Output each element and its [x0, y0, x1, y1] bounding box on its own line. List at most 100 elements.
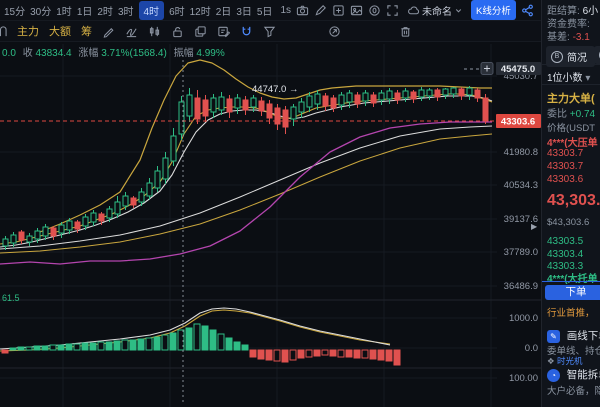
kline-analysis-button[interactable]: K线分析 — [471, 0, 516, 20]
copy-icon[interactable] — [194, 25, 207, 38]
divider — [542, 64, 600, 65]
volume-histogram — [2, 324, 400, 365]
last-price-usd: $43,303.6 — [547, 217, 589, 228]
ratio-row: 委比 +0.74 — [547, 105, 595, 120]
timeframe-1h[interactable]: 1时 — [56, 3, 72, 18]
signature-pen-icon[interactable] — [125, 25, 138, 38]
draw-icon[interactable] — [314, 4, 327, 17]
workspace-selector[interactable]: 未命名 — [407, 3, 463, 18]
lock-icon[interactable] — [171, 25, 184, 38]
share-icon[interactable] — [521, 4, 534, 17]
timeframe-30m[interactable]: 30分 — [30, 3, 51, 18]
tool-main-force[interactable]: 主力 — [17, 23, 39, 39]
ohlc-legend: 0.0 收 43834.4 涨幅 3.71%(1568.4) 振幅 4.99% — [2, 44, 225, 59]
trash-icon[interactable] — [399, 25, 412, 38]
basis-value: -3.1 — [573, 32, 590, 43]
ask-price-row[interactable]: 43303.6 — [547, 174, 583, 185]
trading-terminal: 15分 30分 1时 1日 2时 3时 4时 6时 12时 2日 3日 5日 1… — [0, 0, 600, 407]
ask-price-row[interactable]: 43303.7 — [547, 161, 583, 172]
legend-change-label: 涨幅 — [78, 48, 98, 59]
basis-row: 基差: -3.1 — [547, 28, 590, 43]
workspace-name: 未命名 — [422, 3, 452, 18]
export-icon[interactable] — [328, 25, 341, 38]
timeframe-3d[interactable]: 3日 — [236, 3, 252, 18]
tab-next-clipped[interactable] — [594, 46, 600, 64]
legend-low-value: 0.0 — [2, 48, 16, 59]
timeframe-15m[interactable]: 15分 — [4, 3, 25, 18]
feature-smart-split-desc: 大户必备，隐 — [547, 383, 600, 397]
clipped-icon[interactable] — [0, 25, 7, 38]
feature-link: 时光机 — [557, 356, 583, 366]
legend-amplitude-value: 4.99% — [196, 48, 224, 59]
filter-icon[interactable] — [263, 25, 276, 38]
smart-split-icon: ◔ — [547, 369, 560, 382]
price-column-header: 价格(USDT — [547, 120, 595, 134]
diamond-icon: ❖ — [547, 356, 555, 366]
image-icon[interactable] — [350, 4, 363, 17]
timeframe-3h[interactable]: 3时 — [118, 3, 134, 18]
feature-link-row[interactable]: ❖ 时光机 — [547, 355, 583, 367]
bid-price-row[interactable]: 43303.5 — [547, 236, 583, 247]
tool-large-orders[interactable]: 大额 — [49, 23, 71, 39]
last-price[interactable]: 43,303.6 — [547, 192, 600, 210]
svg-text:100.00: 100.00 — [509, 373, 538, 384]
timeframe-2h[interactable]: 2时 — [97, 3, 113, 18]
decimal-selector[interactable]: 1位小数 ▾ — [547, 69, 590, 84]
svg-text:36486.9: 36486.9 — [504, 281, 538, 292]
timeframe-12h[interactable]: 12时 — [190, 3, 211, 18]
pencil-icon[interactable] — [102, 25, 115, 38]
decimal-selector-label: 1位小数 — [547, 73, 583, 84]
add-pane-icon[interactable] — [332, 4, 345, 17]
legend-close-value: 43834.4 — [35, 48, 71, 59]
ma-overlays — [0, 60, 492, 264]
legend-amplitude-label: 振幅 — [174, 48, 194, 59]
bid-price-row[interactable]: 43303.4 — [547, 249, 583, 260]
fullscreen-icon[interactable] — [386, 4, 399, 17]
bid-whale-alert: 4***(大托单 — [547, 270, 598, 285]
timeframe-5d[interactable]: 5日 — [257, 3, 273, 18]
candlestick-series — [3, 86, 488, 250]
orderbook-title: 主力大单( — [547, 90, 595, 106]
zero-badge-icon[interactable] — [368, 4, 381, 17]
feature-smart-split[interactable]: ◔ 智能拆单 — [547, 367, 600, 382]
ratio-value: +0.74 — [570, 109, 595, 120]
tool-chips[interactable]: 筹 — [81, 23, 92, 39]
timeframe-4h-active[interactable]: 4时 — [139, 1, 165, 20]
order-section-divider — [542, 281, 600, 282]
svg-text:0.0: 0.0 — [525, 343, 538, 354]
place-order-button[interactable]: 下单 — [545, 285, 600, 300]
market-sidebar: 距结算: 6小 资金费率: 基差: -3.1 B 简况 1位小数 ▾ 主力大单(… — [541, 0, 600, 407]
ask-price-row[interactable]: 43303.7 — [547, 148, 583, 159]
ratio-label: 委比 — [547, 109, 567, 120]
b-circle-icon: B — [551, 51, 563, 63]
promo-text: 行业首推， — [547, 305, 595, 319]
feature-draw-order-title: 画线下单 — [567, 330, 600, 342]
timeframe-1d[interactable]: 1日 — [77, 3, 93, 18]
timeframe-1s[interactable]: 1s — [280, 5, 291, 16]
magnet-icon[interactable] — [240, 25, 253, 38]
candle-compare-icon[interactable] — [148, 25, 161, 38]
chevron-down-icon: ▾ — [585, 73, 590, 84]
basis-label: 基差: — [547, 32, 570, 43]
main-chart[interactable]: 44747.0 →61.545030.741980.840534.339137.… — [0, 42, 541, 407]
feature-smart-split-title: 智能拆单 — [567, 369, 600, 381]
legend-change-value: 3.71%(1568.4) — [101, 48, 167, 59]
svg-text:37789.0: 37789.0 — [504, 247, 538, 258]
toolbar-drawing: 主力 大额 筹 — [0, 21, 541, 42]
divider — [542, 84, 600, 85]
feature-draw-order[interactable]: ✎ 画线下单 — [547, 328, 600, 343]
svg-text:41980.8: 41980.8 — [504, 147, 538, 158]
price-marker-label: 44747.0 → — [252, 84, 298, 95]
camera-icon[interactable] — [296, 4, 309, 17]
draw-order-icon: ✎ — [547, 330, 560, 343]
legend-close-label: 收 — [23, 48, 33, 59]
ask-whale-alert: 4***(大压单 — [547, 134, 598, 149]
subpanel-value-label: 61.5 — [2, 293, 20, 303]
svg-text:45475.0: 45475.0 — [501, 64, 535, 75]
timeframe-6h[interactable]: 6时 — [169, 3, 185, 18]
svg-text:1000.0: 1000.0 — [509, 313, 538, 324]
note-edit-icon[interactable] — [217, 25, 230, 38]
svg-text:43303.6: 43303.6 — [501, 117, 535, 128]
panel-collapse-handle[interactable]: ▶ — [531, 222, 537, 231]
timeframe-2d[interactable]: 2日 — [216, 3, 232, 18]
